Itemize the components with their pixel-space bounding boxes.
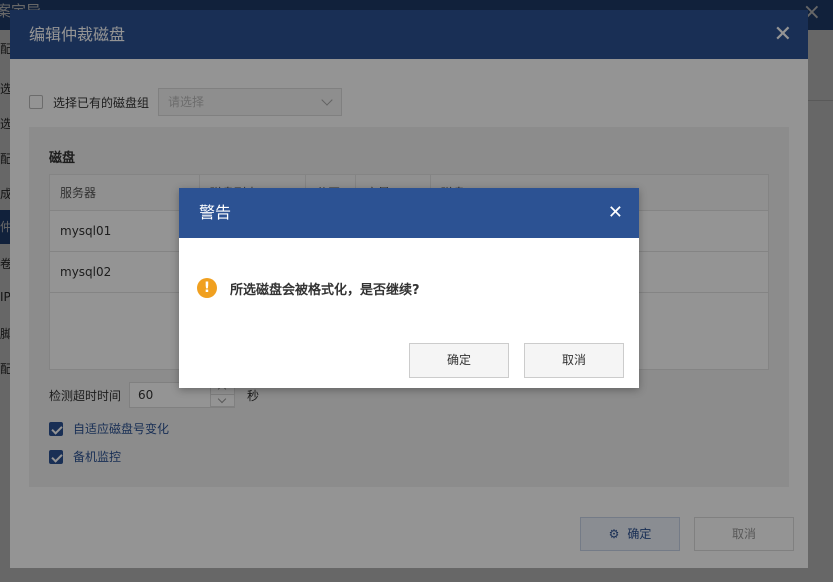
close-icon[interactable]: ✕ (608, 188, 623, 238)
warning-title: 警告 (199, 203, 232, 222)
warning-header: 警告 ✕ (179, 188, 639, 238)
warning-message-row: ! 所选磁盘会被格式化，是否继续? (197, 278, 420, 298)
cancel-button[interactable]: 取消 (524, 343, 624, 378)
confirm-label: 确定 (446, 353, 471, 367)
warning-message: 所选磁盘会被格式化，是否继续? (230, 282, 420, 298)
exclamation-icon: ! (197, 278, 217, 298)
confirm-button[interactable]: 确定 (409, 343, 509, 378)
cancel-label: 取消 (561, 353, 586, 367)
warning-modal: 警告 ✕ ! 所选磁盘会被格式化，是否继续? 确定 取消 (179, 188, 639, 388)
